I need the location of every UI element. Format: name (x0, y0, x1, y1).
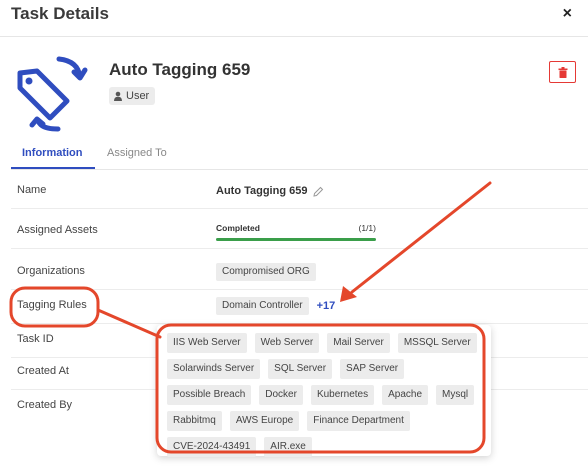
tab-information[interactable]: Information (22, 147, 83, 159)
popover-tag-chip: AIR.exe (264, 437, 312, 457)
task-name: Auto Tagging 659 (109, 60, 251, 79)
popover-tag-chip: Web Server (254, 333, 320, 353)
popover-tag-chip: IIS Web Server (167, 333, 247, 353)
owner-badge-label: User (126, 90, 150, 102)
popover-tag-chip: Docker (259, 385, 303, 405)
popover-tag-chip: Possible Breach (167, 385, 252, 405)
popover-tag-chip: SQL Server (268, 359, 333, 379)
organizations-label: Organizations (17, 265, 85, 277)
owner-badge: User (109, 87, 156, 105)
name-value: Auto Tagging 659 (216, 185, 308, 197)
popover-chip-list: IIS Web Server Web Server Mail Server MSSQL… (167, 333, 487, 457)
popover-tag-chip: AWS Europe (229, 411, 300, 431)
trash-icon (558, 66, 567, 78)
created-at-label: Created At (17, 365, 69, 377)
popover-tag-chip: Apache (382, 385, 429, 405)
progress-bar (216, 238, 376, 241)
tagging-rules-label: Tagging Rules (17, 299, 87, 311)
popover-tag-chip: Rabbitmq (167, 411, 222, 431)
popover-tag-chip: Mysql (436, 385, 475, 405)
popover-tag-chip: Finance Department (307, 411, 410, 431)
tagging-rules-popover: IIS Web Server Web Server Mail Server MSSQL… (157, 325, 491, 457)
pencil-icon[interactable] (313, 186, 324, 197)
popover-tag-chip: Kubernetes (310, 385, 375, 405)
dialog-header: Task Details × (0, 0, 588, 37)
popover-tag-chip: CVE-2024-43491 (167, 437, 257, 457)
assigned-assets-label: Assigned Assets (17, 224, 98, 236)
popover-tag-chip: Mail Server (327, 333, 390, 353)
organization-chip: Compromised ORG (216, 263, 316, 281)
user-icon (114, 91, 122, 101)
progress-status: Completed (216, 223, 260, 233)
name-row: Name Auto Tagging 659 (11, 174, 588, 209)
tag-sync-icon (17, 56, 88, 132)
organizations-row: Organizations Compromised ORG (11, 255, 588, 290)
task-id-label: Task ID (17, 333, 54, 345)
assets-progress: Completed (1/1) (216, 217, 376, 245)
tab-bar: Information Assigned To (11, 137, 588, 169)
tabs-divider (11, 169, 588, 170)
more-tagging-rules-link[interactable]: +17 (317, 300, 336, 312)
tagging-rules-row: Tagging Rules Domain Controller +17 (11, 289, 588, 324)
name-label: Name (17, 184, 47, 196)
popover-tag-chip: Solarwinds Server (167, 359, 261, 379)
progress-fill (216, 238, 376, 241)
progress-count: (1/1) (358, 223, 376, 233)
close-icon[interactable]: × (563, 6, 572, 22)
tab-assigned-to[interactable]: Assigned To (107, 147, 167, 159)
dialog-title: Task Details (11, 4, 109, 23)
popover-tag-chip: MSSQL Server (397, 333, 477, 353)
created-by-label: Created By (17, 399, 73, 411)
tagging-rule-chip: Domain Controller (216, 297, 309, 315)
popover-tag-chip: SAP Server (340, 359, 405, 379)
delete-button[interactable] (549, 61, 576, 83)
assigned-assets-row: Assigned Assets Completed (1/1) (11, 214, 588, 249)
